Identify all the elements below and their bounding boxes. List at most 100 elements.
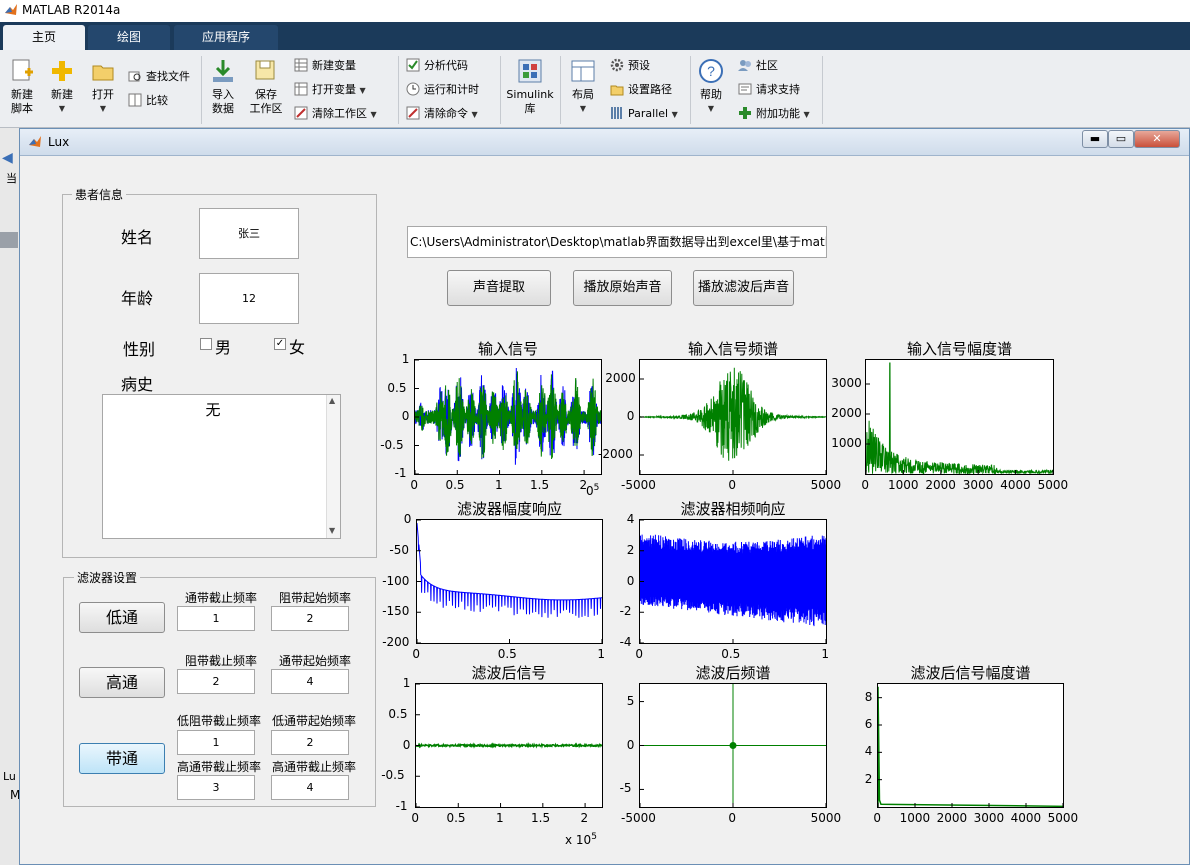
x-axis-label: x 105 [565, 832, 597, 847]
plot-axes-7[interactable] [639, 683, 827, 808]
set-path-button[interactable]: 设置路径 [610, 80, 672, 100]
hp-pass-start-field[interactable]: 4 [271, 669, 349, 694]
y-tick-label: 0 [626, 409, 635, 423]
new-script-label: 新建 脚本 [11, 88, 33, 115]
layout-label: 布局 [572, 88, 594, 101]
x-tick-label: 0 [873, 811, 882, 825]
plot-axes-6[interactable] [415, 683, 603, 808]
bp-high-pass-cutoff-field[interactable]: 3 [177, 775, 255, 800]
y-tick-label: 0 [626, 573, 635, 588]
plot-axes-8[interactable] [877, 683, 1064, 808]
x-tick-label: 5000 [810, 478, 842, 492]
play-original-button[interactable]: 播放原始声音 [573, 270, 672, 306]
maximize-button[interactable]: ▭ [1108, 130, 1134, 148]
name-field[interactable]: 张三 [199, 208, 299, 259]
save-workspace-button[interactable]: 保存 工作区 [246, 58, 286, 116]
highpass-button[interactable]: 高通 [79, 667, 165, 698]
y-tick-label: 0 [401, 409, 410, 423]
filtered-spectrum-center [729, 742, 737, 749]
female-checkbox[interactable]: ✓ [274, 338, 286, 350]
plot-axes-1[interactable] [414, 359, 602, 475]
age-field[interactable]: 12 [199, 273, 299, 324]
add-ons-dropdown-icon: ▼ [803, 110, 810, 119]
plot-axes-2[interactable] [639, 359, 827, 475]
gear-icon [610, 58, 624, 72]
tab-plots[interactable]: 绘图 [88, 25, 170, 50]
community-label: 社区 [756, 59, 778, 72]
bp-high-stop-cutoff-field[interactable]: 4 [271, 775, 349, 800]
lp-pass-cutoff-field[interactable]: 1 [177, 606, 255, 631]
y-tick-label: -0.5 [380, 437, 404, 452]
add-ons-icon [738, 106, 752, 120]
y-tick-label: -4 [619, 635, 632, 649]
run-and-time-button[interactable]: 运行和计时 [406, 80, 479, 100]
history-textarea[interactable]: 无 ▲ ▼ [102, 394, 341, 539]
scroll-up-icon[interactable]: ▲ [329, 396, 335, 405]
set-path-icon [610, 82, 624, 96]
import-data-button[interactable]: 导入 数据 [206, 58, 240, 116]
layout-button[interactable]: 布局 ▼ [566, 58, 600, 116]
help-button[interactable]: ? 帮助 ▼ [694, 58, 728, 116]
minimize-button[interactable]: ▬ [1082, 130, 1108, 148]
y-tick-label: -2 [619, 604, 632, 619]
open-button[interactable]: 打开 ▼ [86, 58, 120, 116]
x-tick-label: 1.5 [530, 478, 550, 492]
x-tick-label: 5000 [1047, 811, 1079, 825]
male-checkbox[interactable] [200, 338, 212, 350]
play-filtered-button[interactable]: 播放滤波后声音 [693, 270, 794, 306]
compare-label: 比较 [146, 94, 168, 107]
preferences-button[interactable]: 预设 [610, 56, 650, 76]
clear-workspace-button[interactable]: 清除工作区 ▼ [294, 104, 377, 124]
tab-apps[interactable]: 应用程序 [174, 25, 278, 50]
close-button[interactable]: ✕ [1134, 130, 1180, 148]
history-scrollbar[interactable]: ▲ ▼ [326, 395, 340, 538]
clear-commands-button[interactable]: 清除命令 ▼ [406, 104, 478, 124]
ribbon-divider [690, 56, 691, 124]
x-tick-label: 0 [728, 811, 737, 825]
lp-stop-start-field[interactable]: 2 [271, 606, 349, 631]
bp-low-stop-cutoff-label: 低阻带截止频率 [176, 714, 261, 728]
lowpass-button[interactable]: 低通 [79, 602, 165, 633]
plot-axes-4[interactable] [416, 519, 603, 644]
plot-axes-5[interactable] [639, 519, 827, 644]
analyze-code-button[interactable]: 分析代码 [406, 56, 468, 76]
female-label: 女 [289, 338, 306, 357]
new-button[interactable]: 新建 ▼ [44, 58, 80, 116]
tab-home[interactable]: 主页 [3, 25, 85, 50]
hp-stop-cutoff-field[interactable]: 2 [177, 669, 255, 694]
open-variable-icon [294, 82, 308, 96]
plot-canvas-5 [640, 520, 826, 643]
x-tick-label: 1 [495, 811, 504, 825]
main-window-left-edge: ◀ 当 Lu M [0, 128, 20, 865]
bp-high-stop-cutoff-label: 高通带截止频率 [271, 760, 356, 774]
lp-stop-start-label: 阻带起始频率 [278, 591, 351, 605]
bandpass-button[interactable]: 带通 [79, 743, 165, 774]
history-label: 病史 [121, 375, 154, 394]
parallel-button[interactable]: Parallel ▼ [610, 104, 678, 124]
find-files-button[interactable]: 查找文件 [128, 67, 190, 87]
compare-button[interactable]: 比较 [128, 91, 168, 111]
simulink-library-button[interactable]: Simulink 库 [504, 58, 556, 116]
community-button[interactable]: 社区 [738, 56, 778, 76]
bp-low-stop-cutoff-field[interactable]: 1 [177, 730, 255, 755]
extract-sound-button[interactable]: 声音提取 [447, 270, 551, 306]
y-tick-label: -100 [382, 573, 410, 588]
file-path-field[interactable]: C:\Users\Administrator\Desktop\matlab界面数… [407, 226, 827, 258]
bp-low-pass-start-field[interactable]: 2 [271, 730, 349, 755]
y-tick-label: -1 [395, 799, 408, 813]
new-variable-button[interactable]: 新建变量 [294, 56, 356, 76]
plot-axes-3[interactable] [865, 359, 1054, 475]
scroll-down-icon[interactable]: ▼ [329, 526, 335, 535]
plot-canvas-4 [417, 520, 602, 643]
run-and-time-label: 运行和计时 [424, 83, 479, 96]
add-ons-button[interactable]: 附加功能 ▼ [738, 104, 810, 124]
open-variable-button[interactable]: 打开变量 ▼ [294, 80, 366, 100]
new-script-icon [9, 58, 35, 84]
lp-pass-cutoff-label: 通带截止频率 [184, 591, 257, 605]
simulink-icon [517, 58, 543, 84]
new-script-button[interactable]: 新建 脚本 [4, 58, 40, 116]
back-arrow-icon[interactable]: ◀ [2, 150, 13, 166]
parallel-label: Parallel [628, 107, 669, 120]
y-tick-label: 1000 [831, 436, 862, 450]
request-support-button[interactable]: 请求支持 [738, 80, 800, 100]
